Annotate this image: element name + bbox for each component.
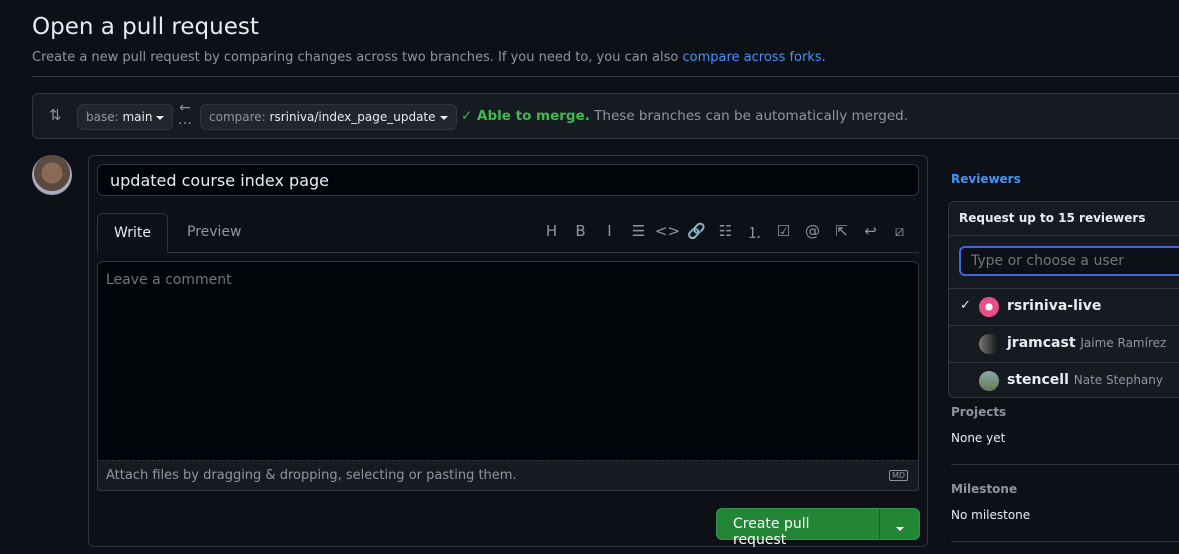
title-input[interactable] bbox=[97, 164, 919, 196]
slash-commands-icon[interactable]: ⧄ bbox=[885, 222, 914, 243]
code-icon[interactable]: <> bbox=[653, 222, 682, 243]
mention-icon[interactable]: @ bbox=[798, 222, 827, 243]
ordered-list-icon[interactable]: ⒈ bbox=[740, 222, 769, 243]
cross-reference-icon[interactable]: ⇱ bbox=[827, 222, 856, 243]
bold-icon[interactable]: B bbox=[566, 222, 595, 243]
formatting-toolbar: H B I ☰ <> 🔗 ☷ ⒈ ☑ @ ⇱ ↩ ⧄ bbox=[537, 222, 914, 243]
popup-header: Request up to 15 reviewers bbox=[949, 202, 1179, 236]
reply-icon[interactable]: ↩ bbox=[856, 222, 885, 243]
create-options-dropdown[interactable] bbox=[879, 509, 920, 539]
link-icon[interactable]: 🔗 bbox=[682, 222, 711, 243]
heading-icon[interactable]: H bbox=[537, 222, 566, 243]
merge-status: ✓ Able to merge. These branches can be a… bbox=[461, 108, 909, 124]
milestone-value: No milestone bbox=[951, 508, 1031, 522]
divider bbox=[951, 541, 1179, 542]
reviewer-search-input[interactable] bbox=[959, 246, 1179, 276]
compare-across-forks-link[interactable]: compare across forks bbox=[683, 50, 822, 65]
avatar bbox=[32, 155, 72, 195]
italic-icon[interactable]: I bbox=[595, 222, 624, 243]
page-subtitle: Create a new pull request by comparing c… bbox=[32, 50, 826, 65]
tab-preview[interactable]: Preview bbox=[171, 213, 258, 253]
arrow-left-icon: ←… bbox=[178, 100, 192, 128]
comment-textarea[interactable] bbox=[97, 261, 919, 491]
check-icon: ✓ bbox=[461, 108, 478, 124]
milestone-heading[interactable]: Milestone bbox=[951, 482, 1017, 496]
reviewers-popup: Request up to 15 reviewers ✓rsriniva-liv… bbox=[948, 201, 1179, 398]
caret-down-icon bbox=[439, 115, 448, 120]
compare-arrows-icon: ⇅ bbox=[49, 106, 62, 124]
markdown-icon: MD bbox=[888, 470, 908, 481]
reviewer-option[interactable]: stencell Nate Stephany bbox=[949, 363, 1179, 397]
divider bbox=[97, 252, 919, 253]
compare-branch-select[interactable]: compare: rsriniva/index_page_update bbox=[200, 104, 457, 130]
attach-files-area[interactable]: Attach files by dragging & dropping, sel… bbox=[97, 460, 919, 491]
unordered-list-icon[interactable]: ☷ bbox=[711, 222, 740, 243]
create-pull-request-button[interactable]: Create pull request bbox=[717, 509, 879, 548]
user-avatar bbox=[979, 334, 999, 354]
tab-write[interactable]: Write bbox=[97, 213, 168, 253]
create-pull-request-button-group: Create pull request bbox=[716, 508, 920, 548]
check-icon: ✓ bbox=[960, 298, 971, 313]
caret-down-icon bbox=[896, 527, 904, 531]
projects-heading[interactable]: Projects bbox=[951, 405, 1006, 419]
caret-down-icon bbox=[156, 115, 165, 120]
base-branch-select[interactable]: base: main bbox=[77, 104, 174, 130]
branch-bar: ⇅ base: main ←… compare: rsriniva/index_… bbox=[32, 93, 1179, 139]
task-list-icon[interactable]: ☑ bbox=[769, 222, 798, 243]
pull-request-form: Write Preview HBI☰<>🔗☷⒈☑@⇱↩⧄ Attach file… bbox=[88, 155, 928, 548]
reviewer-option[interactable]: jramcast Jaime Ramírez bbox=[949, 326, 1179, 363]
user-avatar bbox=[979, 297, 999, 317]
page-title: Open a pull request bbox=[32, 14, 259, 40]
quote-icon[interactable]: ☰ bbox=[624, 222, 653, 243]
divider bbox=[32, 76, 1179, 77]
reviewers-heading[interactable]: Reviewers bbox=[951, 172, 1021, 186]
divider bbox=[951, 464, 1179, 465]
projects-value: None yet bbox=[951, 431, 1006, 445]
user-avatar bbox=[979, 371, 999, 391]
reviewer-option[interactable]: ✓ rsriniva-live bbox=[949, 289, 1179, 326]
